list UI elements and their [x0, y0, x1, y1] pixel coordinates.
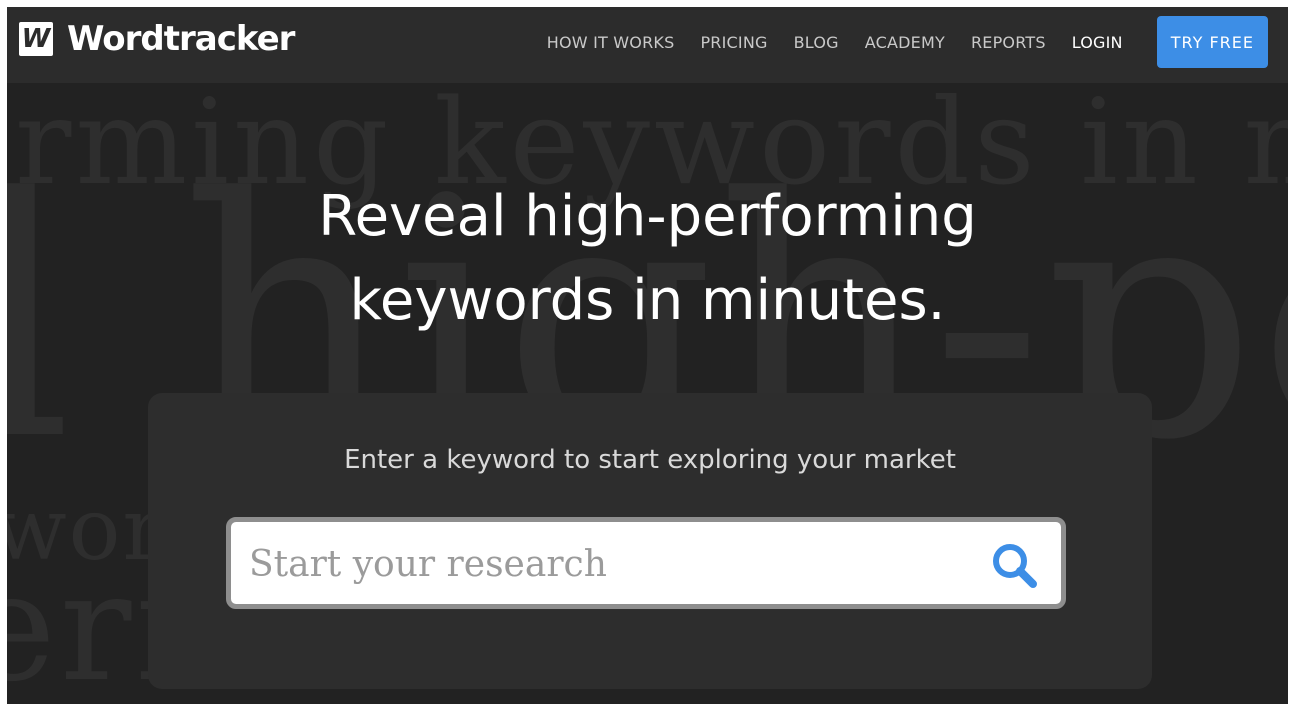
search-prompt: Enter a keyword to start exploring your … [344, 445, 956, 475]
search-input[interactable] [247, 522, 981, 606]
logo-mark-icon: W [19, 22, 53, 56]
logo[interactable]: W Wordtracker [19, 19, 295, 59]
nav-login[interactable]: LOGIN [1072, 33, 1123, 52]
hero-headline: Reveal high-performing keywords in minut… [7, 175, 1288, 343]
main-nav: HOW IT WORKS PRICING BLOG ACADEMY REPORT… [521, 16, 1268, 68]
logo-mark-letter: W [21, 24, 51, 54]
search-icon[interactable] [989, 540, 1039, 590]
search-panel: Enter a keyword to start exploring your … [148, 393, 1152, 689]
nav-pricing[interactable]: PRICING [700, 33, 767, 52]
nav-blog[interactable]: BLOG [794, 33, 839, 52]
logo-text: Wordtracker [67, 19, 295, 59]
site-header: W Wordtracker HOW IT WORKS PRICING BLOG … [7, 7, 1288, 83]
try-free-button[interactable]: TRY FREE [1156, 16, 1268, 68]
hero-headline-line-1: Reveal high-performing [318, 184, 977, 249]
nav-reports[interactable]: REPORTS [971, 33, 1046, 52]
hero-headline-line-2: keywords in minutes. [349, 268, 946, 333]
page: W Wordtracker HOW IT WORKS PRICING BLOG … [7, 7, 1288, 704]
nav-how-it-works[interactable]: HOW IT WORKS [547, 33, 675, 52]
nav-academy[interactable]: ACADEMY [865, 33, 945, 52]
search-box[interactable] [226, 517, 1066, 609]
